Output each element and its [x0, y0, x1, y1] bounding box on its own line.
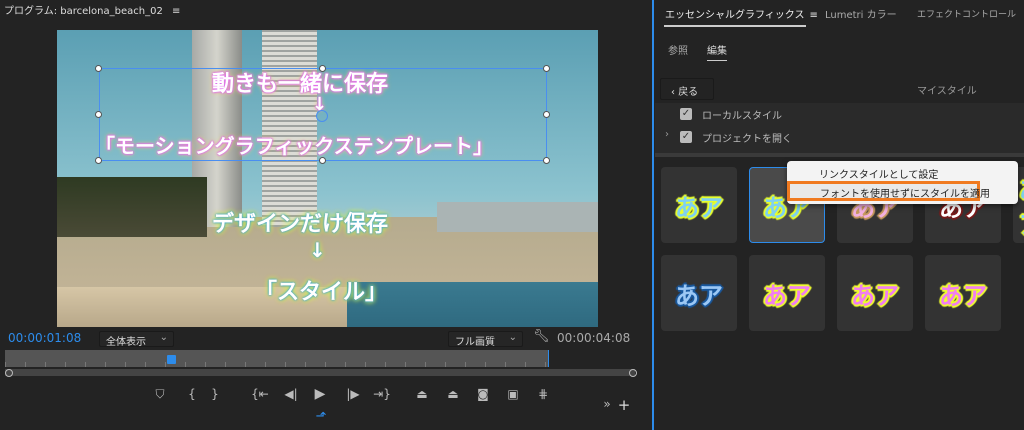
play-icon[interactable]: ▶: [310, 386, 330, 402]
resize-handle[interactable]: [543, 111, 550, 118]
zoom-dropdown[interactable]: 全体表示 ⌄: [99, 331, 174, 348]
style-preview-text: あア: [675, 193, 723, 222]
checkbox-local-styles[interactable]: ✓: [680, 108, 692, 120]
resize-handle[interactable]: [95, 111, 102, 118]
wrench-icon[interactable]: 🔧︎: [533, 329, 550, 344]
add-button-icon[interactable]: +: [614, 396, 634, 414]
resize-handle[interactable]: [95, 65, 102, 72]
tab-lumetri[interactable]: Lumetri カラー: [825, 6, 897, 21]
active-tab-underline: [664, 25, 806, 27]
go-to-in-icon[interactable]: {⇤: [250, 387, 270, 401]
program-title: プログラム: barcelona_beach_02 ≡: [4, 2, 180, 17]
style-preview-text: あア: [675, 281, 723, 310]
mark-in-icon[interactable]: {: [182, 387, 202, 401]
style-thumbnail[interactable]: あア: [837, 255, 913, 331]
duration-timecode: 00:00:04:08: [557, 331, 631, 345]
menu-item-label: フォントを使用せずにスタイルを適用: [820, 189, 990, 200]
chevron-down-icon: ⌄: [508, 332, 517, 343]
playhead[interactable]: [167, 355, 177, 364]
program-title-text: プログラム: barcelona_beach_02: [4, 6, 163, 17]
essential-graphics-panel: エッセンシャルグラフィックス ≡ Lumetri カラー エフェクトコントロール …: [655, 0, 1024, 430]
my-styles-title: マイスタイル: [917, 86, 977, 97]
overlay-arrow2: ↓: [309, 238, 326, 262]
quality-value: フル画質: [455, 337, 495, 348]
mark-out-icon[interactable]: }: [205, 387, 225, 401]
program-monitor: プログラム: barcelona_beach_02 ≡ 動きも一緒に保存 ↓ 「…: [0, 0, 652, 430]
scroll-handle-right[interactable]: [629, 369, 637, 377]
anchor-point-icon[interactable]: [316, 110, 328, 122]
subtab-edit[interactable]: 編集: [707, 42, 727, 61]
video-frame[interactable]: 動きも一緒に保存 ↓ 「モーショングラフィックステンプレート」 デザインだけ保存…: [57, 30, 598, 327]
chevron-left-icon: ‹: [671, 87, 675, 98]
lift-icon[interactable]: ⏏: [412, 387, 432, 401]
style-preview-text: あア: [763, 281, 811, 310]
extract-icon[interactable]: ⏏: [443, 387, 463, 401]
style-preview-text: あア: [939, 281, 987, 310]
chevron-down-icon: ⌄: [159, 332, 168, 343]
tab-essential-graphics[interactable]: エッセンシャルグラフィックス ≡: [665, 6, 818, 21]
menu-item-apply-style-without-font[interactable]: フォントを使用せずにスタイルを適用: [787, 181, 990, 201]
go-to-out-icon[interactable]: ⇥}: [372, 387, 392, 401]
step-back-icon[interactable]: ◀|: [281, 387, 301, 401]
time-ruler[interactable]: [5, 350, 549, 367]
trim-icon[interactable]: ⋕: [533, 387, 553, 401]
camera-icon[interactable]: ◙: [473, 387, 493, 401]
quality-dropdown[interactable]: フル画質 ⌄: [448, 331, 523, 348]
overlay-line4: 「スタイル」: [255, 280, 388, 305]
style-thumbnail[interactable]: あア: [749, 255, 825, 331]
style-thumbnail[interactable]: あア: [925, 255, 1001, 331]
tab-effect-controls[interactable]: エフェクトコントロール: [917, 7, 1016, 20]
hamburger-icon[interactable]: ≡: [172, 6, 180, 17]
chevron-right-icon[interactable]: ›: [665, 129, 669, 140]
back-button[interactable]: ‹ 戻る: [660, 78, 714, 100]
style-thumbnail[interactable]: あア: [661, 255, 737, 331]
compare-icon[interactable]: ▣: [503, 387, 523, 401]
overlay-line3: デザインだけ保存: [212, 212, 389, 237]
resize-handle[interactable]: [543, 157, 550, 164]
separator: [655, 153, 1024, 157]
project-label: プロジェクトを開く: [702, 134, 792, 145]
style-thumbnail[interactable]: あア: [661, 167, 737, 243]
checkbox-project[interactable]: ✓: [680, 131, 692, 143]
zoom-scrollbar[interactable]: [5, 369, 635, 376]
style-preview-text: あア: [851, 281, 899, 310]
hamburger-icon[interactable]: ≡: [810, 10, 818, 21]
step-forward-icon[interactable]: |▶: [343, 387, 363, 401]
resize-handle[interactable]: [319, 65, 326, 72]
export-icon[interactable]: ⬏: [311, 409, 331, 424]
marker-icon[interactable]: ⛉: [150, 387, 170, 402]
current-timecode[interactable]: 00:00:01:08: [8, 331, 81, 345]
resize-handle[interactable]: [95, 157, 102, 164]
resize-handle[interactable]: [319, 157, 326, 164]
tab-label: エッセンシャルグラフィックス: [665, 10, 805, 21]
subtab-browse[interactable]: 参照: [668, 42, 688, 57]
back-label: 戻る: [678, 87, 699, 98]
local-styles-label: ローカルスタイル: [702, 111, 782, 122]
style-preview-text: あア: [1019, 170, 1024, 240]
scroll-handle-left[interactable]: [5, 369, 13, 377]
context-menu: リンクスタイルとして設定 フォントを使用せずにスタイルを適用: [787, 161, 1018, 204]
menu-item-link-style[interactable]: リンクスタイルとして設定: [819, 166, 938, 181]
zoom-value: 全体表示: [106, 337, 146, 348]
resize-handle[interactable]: [543, 65, 550, 72]
panel-divider[interactable]: [652, 0, 654, 430]
